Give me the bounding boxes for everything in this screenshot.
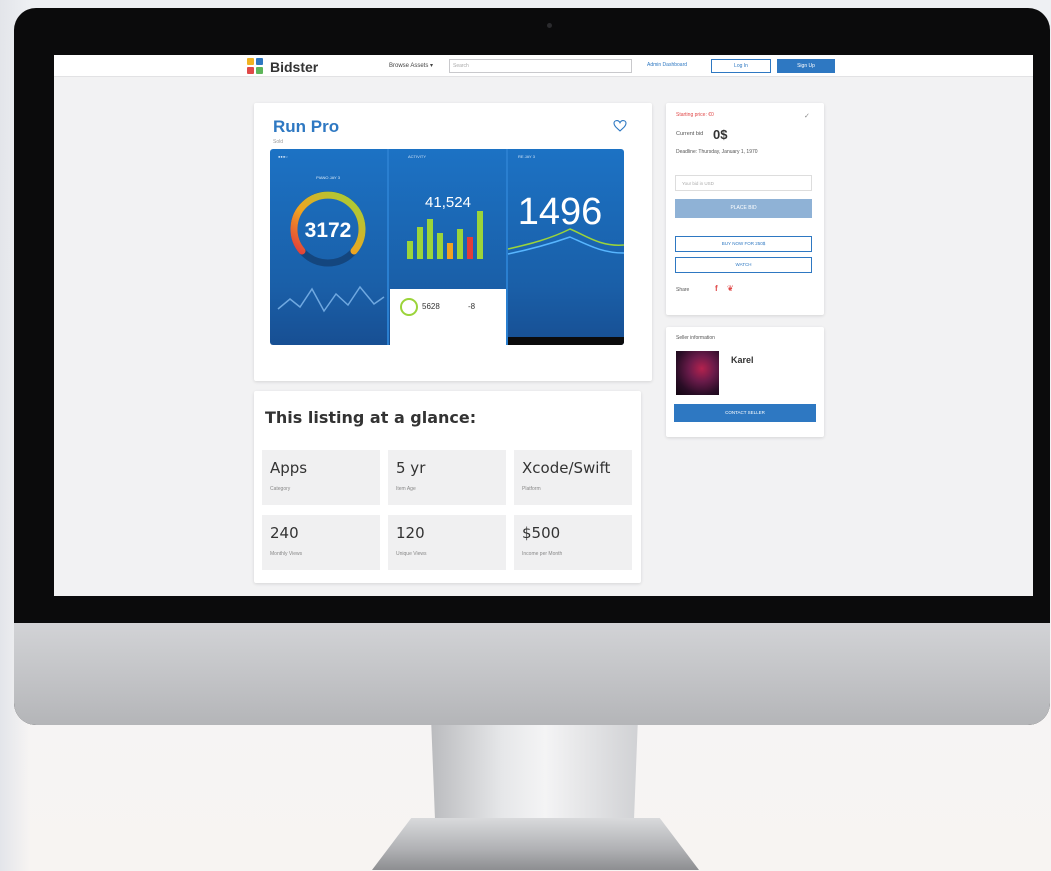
hero-left-status: ●●●○ (278, 154, 288, 159)
place-bid-button[interactable]: PLACE BID (675, 199, 812, 218)
twitter-icon[interactable]: ❦ (727, 284, 734, 293)
brand-logo[interactable]: Bidster (247, 58, 318, 75)
stat-tile: Apps Category (262, 450, 380, 505)
watch-button[interactable]: WATCH (675, 257, 812, 273)
share-label: Share (676, 287, 690, 293)
stat-value: $500 (522, 524, 561, 542)
glance-title: This listing at a glance: (265, 408, 477, 427)
starting-price: Starting price: €0 (676, 112, 714, 118)
buy-now-button[interactable]: BUY NOW FOR 250$ (675, 236, 812, 252)
current-bid-label: Current bid (676, 131, 704, 137)
stat-value: 240 (270, 524, 299, 542)
hero-card-b: -8 (468, 302, 476, 311)
stat-tile: $500 Income per Month (514, 515, 632, 570)
stat-label: Platform (522, 486, 541, 492)
hero-right-value: 1496 (518, 191, 603, 233)
admin-dashboard-link[interactable]: Admin Dashboard (647, 62, 687, 68)
monitor-frame: Bidster Browse Assets ▾ Search Admin Das… (14, 8, 1050, 725)
signup-button[interactable]: Sign Up (777, 59, 835, 73)
stat-label: Unique Views (396, 551, 427, 557)
hero-mid-label: ACTIVITY (408, 154, 426, 159)
bid-card: Starting price: €0 ✓ Current bid 0$ Dead… (666, 103, 824, 315)
stat-tile: Xcode/Swift Platform (514, 450, 632, 505)
stat-label: Income per Month (522, 551, 563, 557)
monitor-chin (14, 623, 1050, 725)
hero-right-label: RE JAY 3 (518, 154, 536, 159)
brand-name: Bidster (270, 58, 319, 75)
listing-card: Run Pro Sold ●●●○ PIANO JAY 3 3172 ACTIV… (254, 103, 652, 381)
browse-assets-menu[interactable]: Browse Assets ▾ (389, 62, 433, 69)
stat-label: Monthly Views (270, 551, 303, 557)
stat-value: Apps (270, 459, 308, 477)
login-button[interactable]: Log In (711, 59, 771, 73)
facebook-icon[interactable]: f (715, 284, 718, 293)
monitor-stand-base (372, 818, 699, 870)
bid-deadline: Deadline: Thursday, January 1, 1970 (676, 149, 758, 155)
heart-icon[interactable] (613, 120, 627, 132)
check-icon: ✓ (804, 113, 810, 120)
avatar[interactable] (676, 351, 719, 395)
stat-label: Category (270, 486, 291, 492)
stat-label: Item Age (396, 486, 416, 492)
top-navbar: Bidster Browse Assets ▾ Search Admin Das… (54, 55, 1033, 77)
browser-screen: Bidster Browse Assets ▾ Search Admin Das… (54, 55, 1033, 596)
seller-card: Seller information Karel CONTACT SELLER (666, 327, 824, 437)
seller-name[interactable]: Karel (731, 355, 754, 365)
search-input[interactable]: Search (449, 59, 632, 73)
glance-card: This listing at a glance: Apps Category … (254, 391, 641, 583)
listing-title: Run Pro (273, 117, 340, 136)
stat-value: Xcode/Swift (522, 459, 611, 477)
glance-grid: Apps Category 5 yr Item Age Xcode/Swift … (262, 450, 632, 570)
listing-subtitle: Sold (273, 139, 284, 145)
bid-amount-input[interactable]: Your bid in USD (675, 175, 812, 191)
camera-dot (547, 23, 552, 28)
stat-tile: 5 yr Item Age (388, 450, 506, 505)
stat-tile: 120 Unique Views (388, 515, 506, 570)
stat-value: 120 (396, 524, 425, 542)
hero-mid-value: 41,524 (425, 194, 471, 211)
logo-icon (247, 58, 264, 75)
hero-gauge-value: 3172 (305, 219, 352, 242)
stat-tile: 240 Monthly Views (262, 515, 380, 570)
stat-value: 5 yr (396, 459, 426, 477)
hero-card-a: 5628 (422, 302, 440, 311)
current-bid-value: 0$ (713, 127, 728, 142)
seller-section-label: Seller information (676, 335, 715, 341)
hero-left-caption: PIANO JAY 3 (316, 175, 341, 180)
app-screenshot: ●●●○ PIANO JAY 3 3172 ACTIVITY 41,524 56… (270, 149, 624, 345)
contact-seller-button[interactable]: CONTACT SELLER (674, 404, 816, 422)
